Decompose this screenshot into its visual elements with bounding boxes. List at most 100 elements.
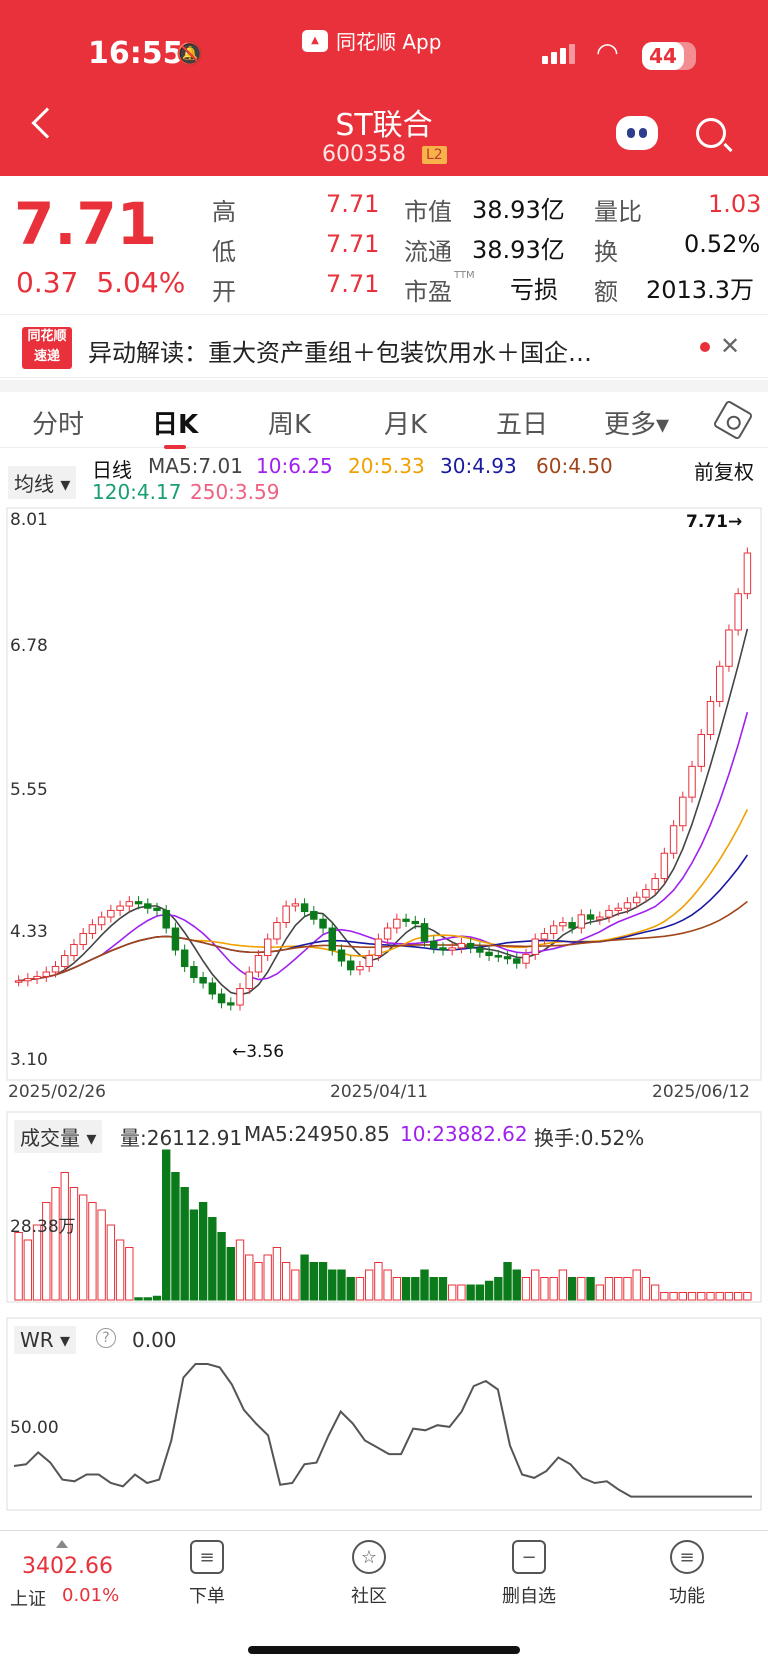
nav-community[interactable]: ☆ 社区 [324, 1540, 414, 1608]
volume-bar [650, 1284, 660, 1301]
volume-bar [531, 1269, 540, 1301]
volume-dropdown[interactable]: 成交量 ▾ [14, 1120, 103, 1153]
volume-bar [115, 1239, 125, 1301]
volume-bar [226, 1247, 235, 1301]
index-name: 上证 [10, 1589, 46, 1610]
nav-remove-label: 删自选 [502, 1586, 556, 1607]
candle [715, 665, 724, 702]
volume-bar [263, 1254, 272, 1301]
date-start: 2025/02/26 [8, 1082, 106, 1102]
candle [549, 925, 558, 935]
volume-bar [106, 1224, 116, 1301]
volume-bar [171, 1172, 180, 1301]
index-up-icon [56, 1540, 68, 1548]
volume-bar [420, 1269, 429, 1301]
volume-bar [392, 1277, 402, 1301]
volume-bar [623, 1277, 632, 1301]
index-value[interactable]: 3402.66 [22, 1554, 113, 1579]
candle [365, 955, 373, 968]
index-change: 0.01% [62, 1585, 120, 1606]
candle [494, 955, 503, 958]
volume-turnover: 换手:0.52% [534, 1126, 645, 1150]
candle [107, 909, 115, 918]
volume-bar [281, 1262, 291, 1301]
volume-bar [484, 1280, 494, 1301]
volume-bar [383, 1269, 392, 1301]
nav-remove-watchlist[interactable]: − 删自选 [484, 1540, 574, 1608]
volume-bar [364, 1269, 374, 1301]
candle [227, 1002, 235, 1006]
nav-order[interactable]: ≡ 下单 [162, 1540, 252, 1608]
min-price-label: ←3.56 [232, 1042, 285, 1062]
nav-order-label: 下单 [189, 1586, 225, 1607]
volume-bar [78, 1194, 88, 1301]
order-icon: ≡ [190, 1540, 224, 1574]
volume-bar [318, 1262, 328, 1301]
volume-bar [687, 1292, 697, 1301]
y-tick-1: 8.01 [10, 510, 48, 530]
volume-bar [595, 1284, 604, 1301]
candle [33, 975, 41, 980]
candle [346, 960, 355, 971]
volume-bar [614, 1277, 623, 1301]
candle [448, 947, 456, 951]
candle [734, 593, 742, 631]
candle [24, 978, 32, 982]
volume-bar [401, 1277, 411, 1301]
help-icon[interactable]: ? [96, 1328, 116, 1348]
candle [300, 903, 309, 913]
wr-dropdown[interactable]: WR ▾ [14, 1326, 77, 1354]
candle [559, 922, 567, 927]
candle [134, 901, 143, 905]
candle [199, 977, 207, 984]
candle [88, 924, 97, 935]
volume-bar [189, 1209, 199, 1301]
volume-bar [438, 1277, 448, 1301]
candle [61, 955, 69, 968]
candle [171, 927, 180, 951]
y-tick-5: 3.10 [10, 1050, 48, 1070]
nav-functions[interactable]: ≡ 功能 [642, 1540, 732, 1608]
volume-bar [69, 1187, 79, 1301]
volume-bar [162, 1149, 171, 1301]
kline-frame [6, 507, 762, 1081]
candle [190, 966, 198, 979]
candle [116, 905, 124, 911]
volume-bar [503, 1262, 512, 1301]
wr-frame [6, 1317, 762, 1511]
max-price-label: 7.71→ [686, 512, 743, 532]
candle [319, 918, 327, 929]
candle [586, 914, 595, 920]
volume-bar [143, 1297, 152, 1301]
volume-bar [466, 1284, 475, 1301]
volume-bar [540, 1277, 549, 1301]
volume-bar [521, 1277, 531, 1301]
volume-ma10: 10:23882.62 [400, 1122, 528, 1146]
candle [402, 918, 410, 922]
volume-axis: 28.38万 [10, 1217, 76, 1237]
volume-bar [577, 1277, 586, 1301]
candle [180, 949, 189, 968]
volume-bar [494, 1277, 503, 1301]
volume-bar [300, 1254, 309, 1301]
date-end: 2025/06/12 [652, 1082, 750, 1102]
candle [522, 953, 530, 964]
volume-bar [254, 1262, 263, 1301]
volume-group [14, 1149, 752, 1301]
candle [144, 903, 152, 909]
volume-bar [733, 1292, 743, 1301]
home-indicator [248, 1646, 520, 1654]
candle [660, 852, 669, 880]
ma5-line [18, 628, 749, 996]
volume-bar [51, 1187, 60, 1301]
y-tick-2: 6.78 [10, 636, 48, 656]
candle [485, 951, 493, 957]
date-mid: 2025/04/11 [330, 1082, 428, 1102]
volume-bar [632, 1269, 641, 1301]
volume-bar [715, 1292, 724, 1301]
candle [236, 988, 244, 1006]
stock-chart[interactable] [0, 0, 768, 1530]
candle [217, 993, 226, 1004]
volume-bar [447, 1284, 457, 1301]
candle [725, 629, 733, 667]
